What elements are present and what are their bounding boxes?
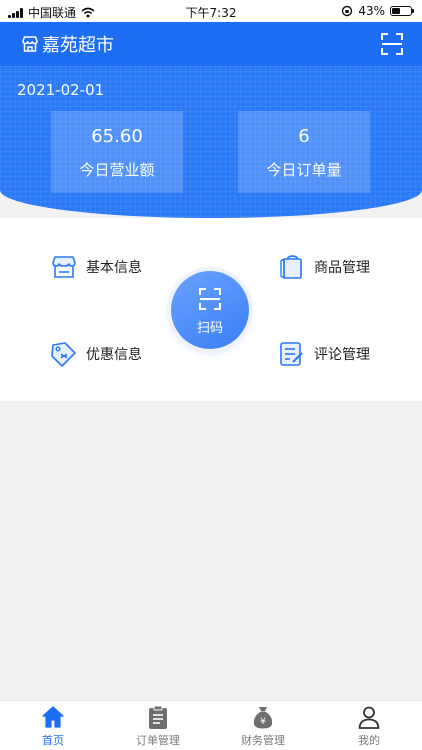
- tab-mine[interactable]: 我的: [329, 704, 409, 748]
- today-sales-card[interactable]: 65.60 今日营业额: [51, 111, 183, 193]
- scan-button-label: 扫码: [196, 321, 223, 336]
- menu-reviews-label: 评论管理: [314, 347, 370, 363]
- today-sales-label: 今日营业额: [79, 161, 155, 179]
- money-bag-icon: ¥: [253, 707, 273, 729]
- battery-icon: [390, 6, 414, 16]
- app-header: 嘉苑超市: [0, 22, 422, 66]
- current-date: 2021-02-01: [17, 81, 105, 99]
- menu-reviews[interactable]: 评论管理: [278, 340, 370, 368]
- menu-promotions[interactable]: 优惠信息: [50, 340, 142, 368]
- store-title: 嘉苑超市: [20, 31, 114, 57]
- menu-basic-info-label: 基本信息: [86, 260, 142, 276]
- store-icon: [22, 36, 38, 52]
- menu-basic-info[interactable]: 基本信息: [50, 253, 142, 281]
- shopping-bag-icon: [280, 255, 302, 279]
- function-menu: 基本信息 商品管理 优惠信息 评论管理 扫码: [0, 218, 422, 401]
- today-orders-card[interactable]: 6 今日订单量: [238, 111, 370, 193]
- today-orders-label: 今日订单量: [266, 161, 342, 179]
- scan-button[interactable]: 扫码: [171, 271, 249, 349]
- tab-home-label: 首页: [42, 734, 64, 747]
- scan-icon[interactable]: [380, 32, 404, 56]
- tab-mine-label: 我的: [358, 734, 380, 747]
- person-icon: [358, 706, 380, 729]
- store-icon: [52, 256, 76, 278]
- battery-percent: 43%: [358, 4, 385, 18]
- menu-promotions-label: 优惠信息: [86, 347, 142, 363]
- discount-tag-icon: [51, 342, 76, 367]
- store-name: 嘉苑超市: [42, 35, 114, 56]
- orientation-lock-icon: [342, 5, 353, 17]
- svg-text:¥: ¥: [260, 717, 266, 727]
- bottom-tab-bar: 首页 订单管理 ¥ 财务管理 我的: [0, 700, 422, 750]
- edit-document-icon: [280, 342, 303, 366]
- tab-finance-label: 财务管理: [241, 734, 285, 747]
- home-icon: [42, 706, 64, 728]
- status-right: 43%: [341, 4, 414, 18]
- tab-home[interactable]: 首页: [13, 704, 93, 748]
- today-orders-value: 6: [298, 126, 310, 147]
- scan-icon: [199, 288, 221, 310]
- tab-orders[interactable]: 订单管理: [118, 704, 198, 748]
- tab-finance[interactable]: ¥ 财务管理: [223, 704, 303, 748]
- today-sales-value: 65.60: [91, 126, 143, 147]
- battery-level: [392, 8, 400, 14]
- menu-goods[interactable]: 商品管理: [278, 253, 370, 281]
- status-bar: 中国联通 下午7:32 43%: [0, 0, 422, 22]
- menu-goods-label: 商品管理: [314, 260, 370, 276]
- tab-orders-label: 订单管理: [136, 734, 180, 747]
- stats-banner: 2021-02-01 65.60 今日营业额 6 今日订单量: [0, 66, 422, 218]
- clipboard-icon: [149, 705, 167, 729]
